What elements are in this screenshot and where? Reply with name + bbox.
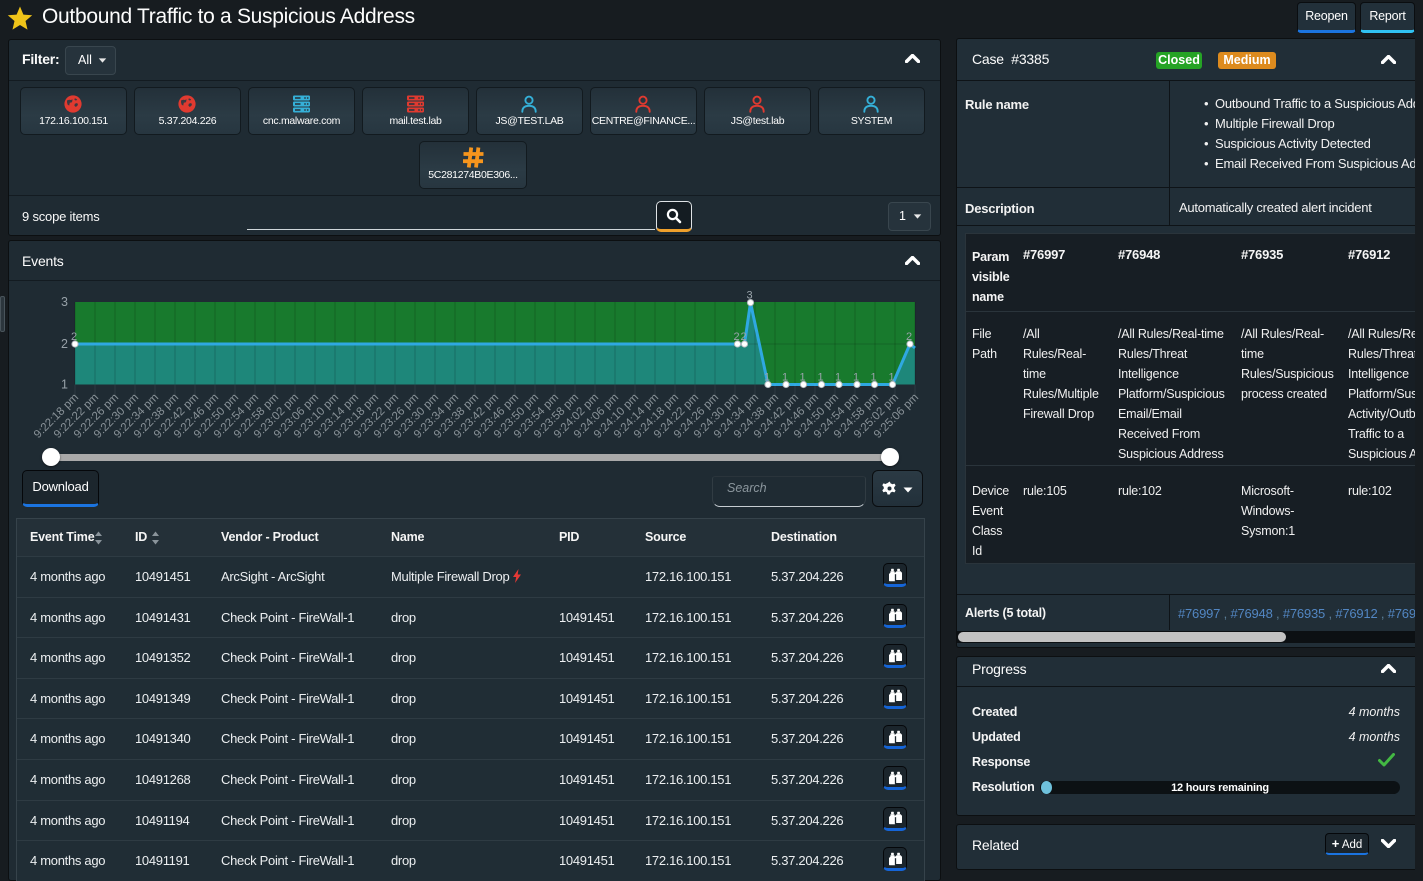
svg-text:1: 1 [888, 372, 894, 384]
svg-text:1: 1 [817, 372, 823, 384]
svg-text:1: 1 [799, 372, 805, 384]
svg-text:2: 2 [906, 331, 912, 343]
svg-text:1: 1 [764, 372, 770, 384]
svg-text:2: 2 [61, 337, 68, 351]
svg-text:1: 1 [61, 378, 68, 392]
svg-text:1: 1 [853, 372, 859, 384]
svg-text:3: 3 [61, 295, 68, 309]
svg-text:1: 1 [870, 372, 876, 384]
svg-text:2: 2 [71, 331, 77, 343]
svg-text:2: 2 [740, 331, 746, 343]
svg-text:1: 1 [835, 372, 841, 384]
svg-text:2: 2 [733, 331, 739, 343]
svg-text:3: 3 [746, 290, 752, 302]
svg-text:1: 1 [782, 372, 788, 384]
